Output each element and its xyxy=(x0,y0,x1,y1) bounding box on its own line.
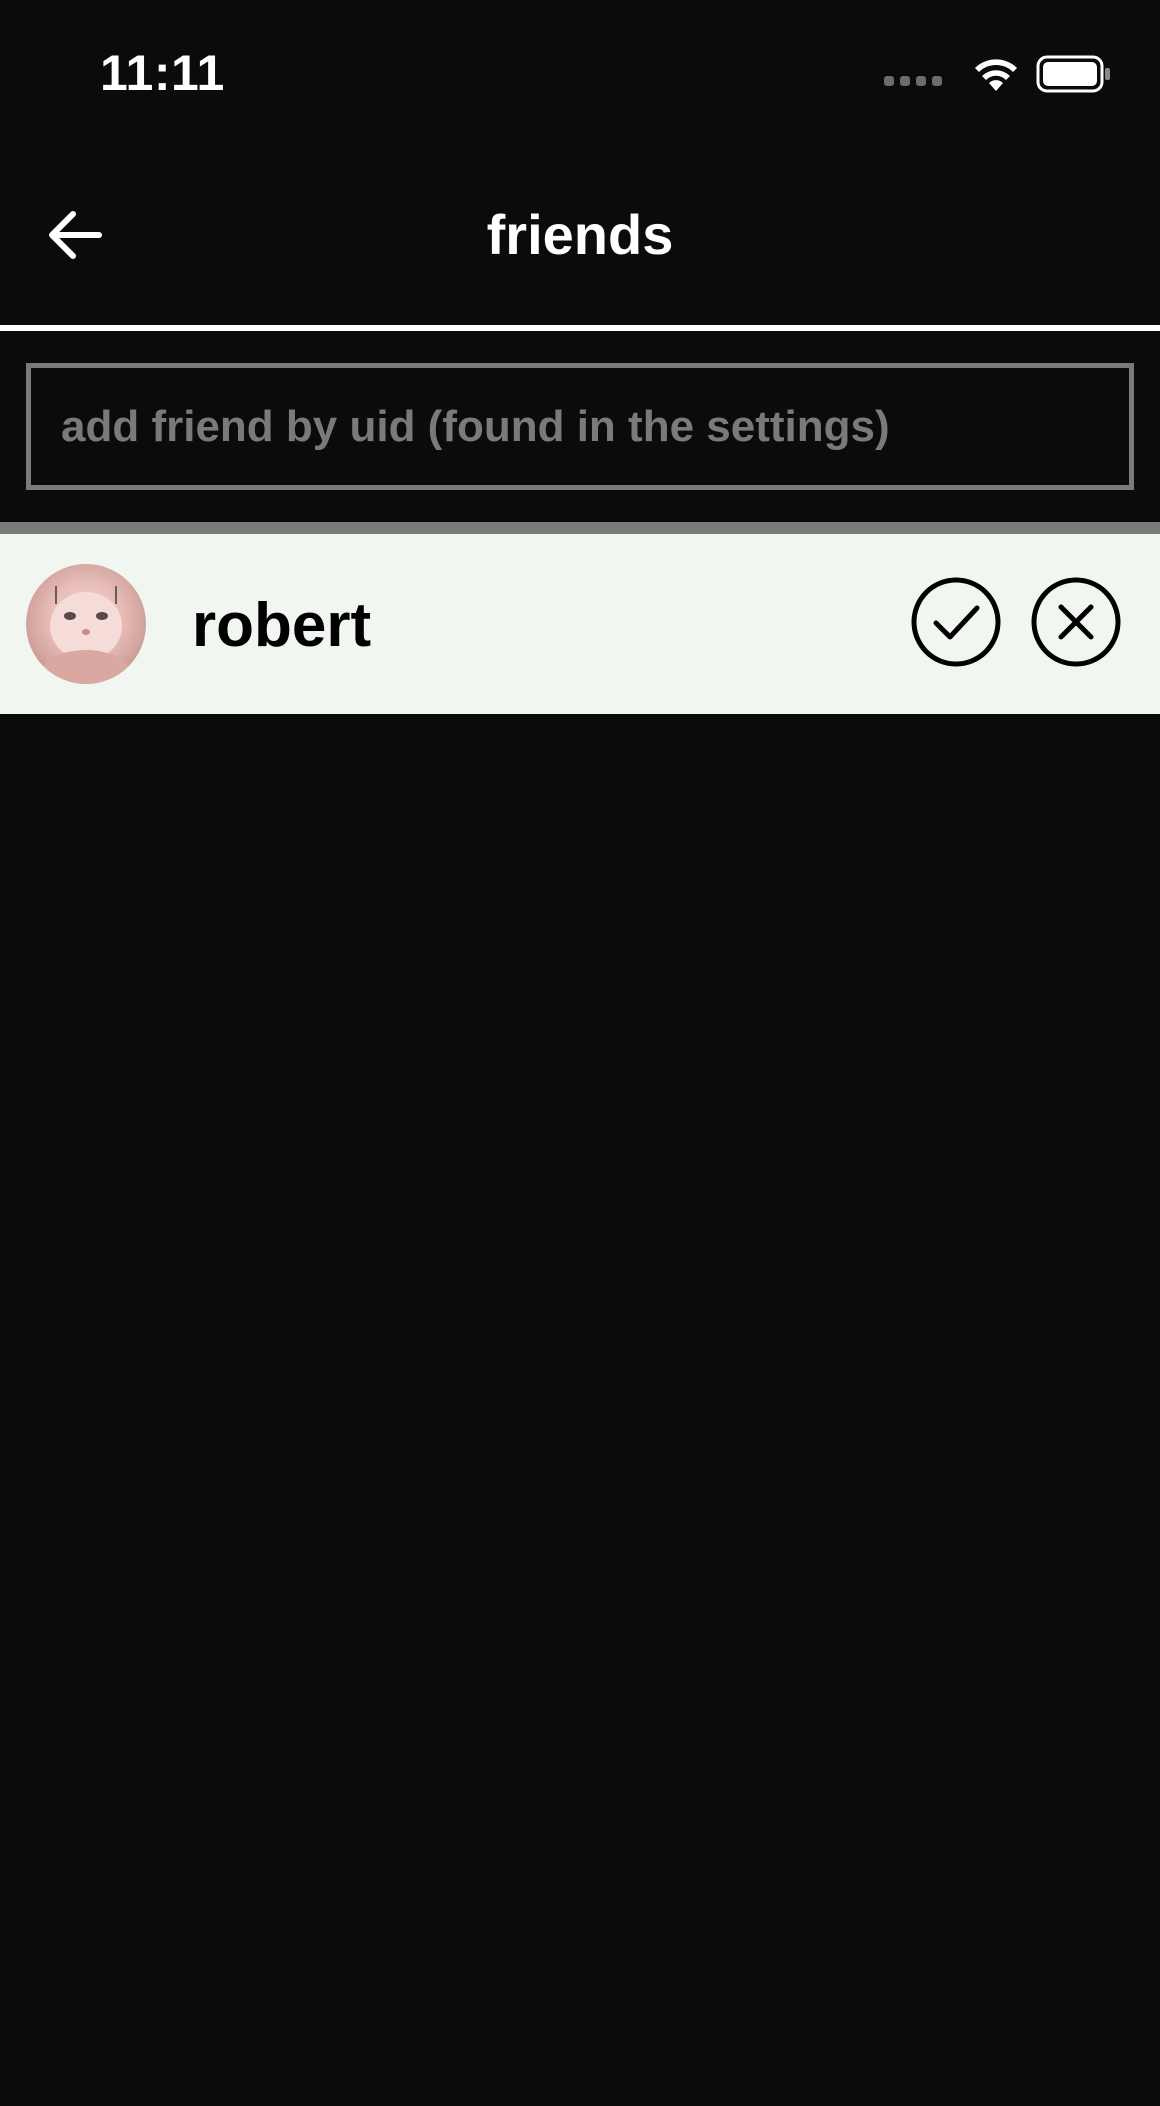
friend-request-row: robert xyxy=(0,534,1160,714)
page-title: friends xyxy=(486,203,674,266)
decline-button[interactable] xyxy=(1030,576,1122,668)
add-friend-input[interactable] xyxy=(26,363,1134,490)
list-divider xyxy=(0,522,1160,534)
close-circle-icon xyxy=(1031,577,1121,667)
status-time: 11:11 xyxy=(100,45,225,101)
accept-button[interactable] xyxy=(910,576,1002,668)
status-icons xyxy=(884,52,1112,96)
friend-name: robert xyxy=(192,591,372,660)
battery-icon xyxy=(1036,55,1110,93)
avatar xyxy=(26,564,146,684)
wifi-icon xyxy=(975,59,1017,91)
check-circle-icon xyxy=(911,577,1001,667)
nav-header: friends xyxy=(0,170,1160,300)
status-bar: 11:11 xyxy=(0,0,1160,150)
header-divider xyxy=(0,325,1160,331)
cellular-signal-icon xyxy=(884,76,942,86)
